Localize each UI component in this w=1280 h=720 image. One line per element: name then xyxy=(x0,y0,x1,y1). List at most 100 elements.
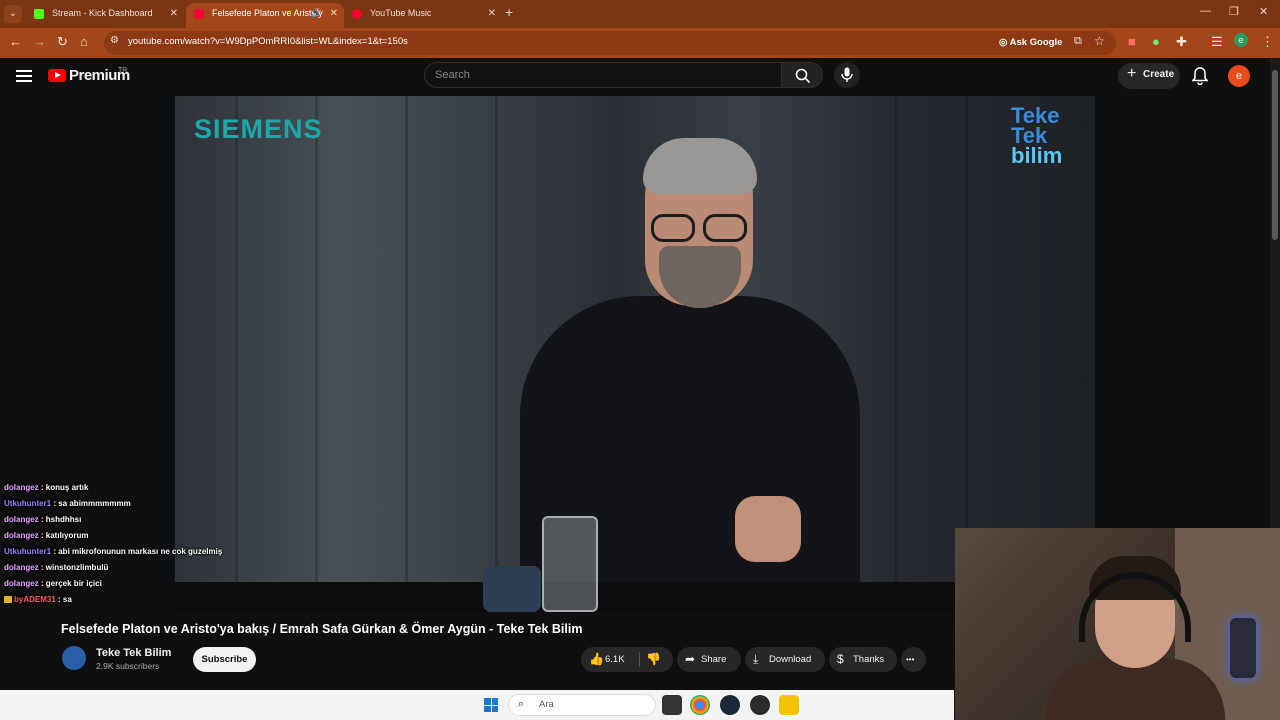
curtain-fold xyxy=(405,96,408,612)
address-bar[interactable]: ⚙ youtube.com/watch?v=W9DpPOmRRI0&list=W… xyxy=(104,31,1116,55)
video-info-panel: Felsefede Platon ve Aristo'ya bakış / Em… xyxy=(0,612,954,690)
like-count[interactable]: 6.1K xyxy=(605,654,625,665)
steam-icon[interactable] xyxy=(720,695,740,715)
channel-avatar[interactable] xyxy=(62,646,86,670)
install-app-icon[interactable]: ⧉ xyxy=(1074,35,1082,48)
browser-tab-bar: ⌄ Stream - Kick Dashboard ✕ Felsefede Pl… xyxy=(0,0,1280,28)
tab-label: Stream - Kick Dashboard xyxy=(52,8,153,18)
profile-avatar[interactable]: e xyxy=(1234,33,1248,47)
home-icon[interactable]: ⌂ xyxy=(80,34,88,49)
chat-message: dolangez : hshdhhsı xyxy=(4,512,240,528)
tab-youtube-music[interactable]: YouTube Music ✕ xyxy=(344,3,502,28)
menu-icon[interactable] xyxy=(16,70,32,82)
bookmark-star-icon[interactable]: ☆ xyxy=(1094,34,1105,48)
tab-close-icon[interactable]: ✕ xyxy=(488,3,496,24)
close-window-button[interactable]: ✕ xyxy=(1259,5,1268,18)
extension-icon[interactable]: ■ xyxy=(1128,34,1136,49)
chat-text: : sa xyxy=(55,595,72,604)
file-explorer-icon[interactable] xyxy=(779,695,799,715)
channel-name[interactable]: Teke Tek Bilim xyxy=(96,647,171,659)
watermark-line: bilim xyxy=(1011,143,1063,168)
ask-google-button[interactable]: ◎ Ask Google xyxy=(999,37,1062,48)
share-label: Share xyxy=(701,654,727,665)
account-avatar[interactable]: e xyxy=(1228,65,1250,87)
chat-username: byADEM31 xyxy=(14,595,56,604)
chat-username: Utkuhunter1 xyxy=(4,547,52,556)
windows-start-icon[interactable] xyxy=(484,698,498,712)
chat-username: dolangez xyxy=(4,579,39,588)
curtain-fold xyxy=(895,96,898,612)
tab-close-icon[interactable]: ✕ xyxy=(330,3,338,24)
chat-username: dolangez xyxy=(4,483,39,492)
search-icon xyxy=(795,68,811,84)
minimize-button[interactable]: — xyxy=(1200,5,1211,17)
taskbar-search[interactable]: ⌕ Ara xyxy=(508,694,656,716)
browser-menu-icon[interactable]: ⋮ xyxy=(1261,34,1274,50)
chat-text: : winstonzlimbulü xyxy=(38,563,109,572)
video-title: Felsefede Platon ve Aristo'ya bakış / Em… xyxy=(61,622,583,636)
share-arrow-icon: ➦ xyxy=(685,652,696,666)
youtube-logo-icon[interactable] xyxy=(48,69,66,82)
dislike-icon[interactable]: 👎 xyxy=(646,647,661,672)
notifications-bell-icon[interactable] xyxy=(1192,67,1208,85)
browser-toolbar: ← → ↻ ⌂ ⚙ youtube.com/watch?v=W9DpPOmRRI… xyxy=(0,28,1280,58)
extension-shield-icon[interactable]: ● xyxy=(1152,34,1160,49)
maximize-button[interactable]: ❐ xyxy=(1229,5,1239,18)
share-button[interactable]: ➦ Share xyxy=(677,647,741,672)
taskbar-search-placeholder: Ara xyxy=(539,699,554,710)
subscribe-button[interactable]: Subscribe xyxy=(193,647,256,672)
chat-message: dolangez : konuş artık xyxy=(4,480,240,496)
site-info-icon[interactable]: ⚙ xyxy=(110,35,119,46)
chat-message: byADEM31 : sa xyxy=(4,592,240,608)
task-view-icon[interactable] xyxy=(662,695,682,715)
thanks-label: Thanks xyxy=(853,654,885,665)
like-dislike-group: 👍 6.1K 👎 xyxy=(581,647,673,672)
download-button[interactable]: ⤓ Download xyxy=(745,647,825,672)
tab-close-icon[interactable]: ✕ xyxy=(170,3,178,24)
region-code: TR xyxy=(118,67,128,74)
plus-icon: + xyxy=(1127,65,1137,82)
reading-list-icon[interactable]: ☰ xyxy=(1211,34,1223,50)
chrome-icon[interactable] xyxy=(690,695,710,715)
voice-search-button[interactable] xyxy=(834,62,860,88)
obs-icon[interactable] xyxy=(750,695,770,715)
speaker-hand xyxy=(735,496,801,562)
microphone xyxy=(1230,618,1256,678)
chat-username: dolangez xyxy=(4,531,39,540)
reload-icon[interactable]: ↻ xyxy=(57,34,68,50)
tab-youtube-video[interactable]: Felsefede Platon ve Aristo'y 🔊 ✕ xyxy=(186,3,344,28)
search-button[interactable] xyxy=(781,62,823,88)
chat-message: dolangez : gerçek bir içici xyxy=(4,576,240,592)
subscriber-badge-icon xyxy=(4,596,12,603)
curtain-fold xyxy=(315,96,318,612)
channel-watermark-logo: Teke Tek bilim xyxy=(1011,105,1089,168)
thanks-button[interactable]: $ Thanks xyxy=(829,647,897,672)
speaker-hair xyxy=(643,138,757,194)
speaker-icon[interactable]: 🔊 xyxy=(311,3,322,24)
windows-taskbar: ⌕ Ara xyxy=(0,690,954,720)
divider xyxy=(639,652,640,667)
chat-message: Utkuhunter1 : sa abimmmmmmm xyxy=(4,496,240,512)
create-label: Create xyxy=(1143,69,1175,80)
back-icon[interactable]: ← xyxy=(9,34,22,49)
chat-text: : konuş artık xyxy=(38,483,89,492)
sponsor-logo: SIEMENS xyxy=(194,114,323,144)
chat-message: dolangez : katılıyorum xyxy=(4,528,240,544)
subscriber-count: 2.9K subscribers xyxy=(96,661,160,671)
url-text[interactable]: youtube.com/watch?v=W9DpPOmRRI0&list=WL&… xyxy=(128,36,408,47)
more-actions-button[interactable]: ••• xyxy=(901,647,926,672)
create-button[interactable]: + Create xyxy=(1118,63,1180,89)
forward-icon[interactable]: → xyxy=(33,34,46,49)
page-scrollbar[interactable] xyxy=(1270,58,1280,528)
chat-username: Utkuhunter1 xyxy=(4,499,52,508)
mug xyxy=(483,566,541,612)
new-tab-button[interactable]: + xyxy=(505,4,513,20)
tab-list-button[interactable]: ⌄ xyxy=(4,5,22,23)
scrollbar-thumb[interactable] xyxy=(1272,70,1278,240)
curtain-fold xyxy=(495,96,498,612)
tab-kick-dashboard[interactable]: Stream - Kick Dashboard ✕ xyxy=(26,3,184,28)
google-lens-icon: ◎ xyxy=(999,37,1010,48)
search-input[interactable]: Search xyxy=(424,62,782,88)
like-icon[interactable]: 👍 xyxy=(589,647,604,672)
extensions-puzzle-icon[interactable]: ✚ xyxy=(1176,34,1187,50)
